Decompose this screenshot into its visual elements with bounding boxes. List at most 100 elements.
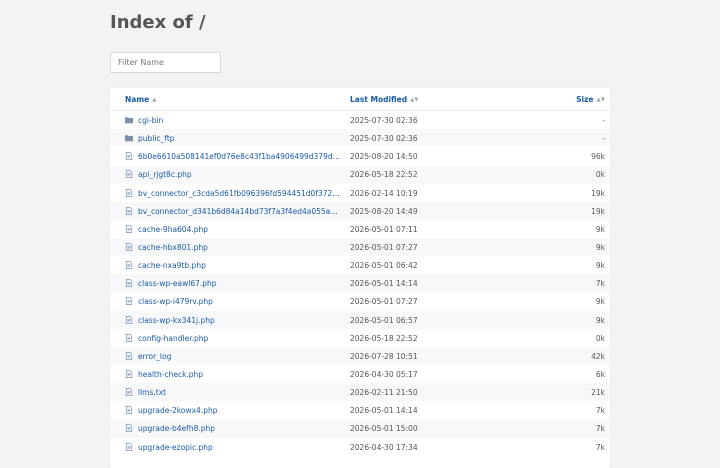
size-cell: 7k [595,424,605,434]
size-cell: 19k [591,206,605,216]
size-cell: 7k [595,442,605,452]
file-icon [125,333,133,342]
file-name-link[interactable]: 6b0e6610a508141ef0d76e8c43f1ba4906499d37… [138,152,342,161]
last-modified-cell: 2026-04-30 05:17 [350,369,418,379]
last-modified-cell: 2026-05-01 07:27 [350,242,418,252]
last-modified-cell: 2026-04-30 17:34 [350,442,418,452]
file-name-link[interactable]: llms.txt [138,388,166,397]
size-cell: 42k [591,351,605,361]
table-row: cgi-bin 2025-07-30 02:36 - [110,111,610,129]
table-body: cgi-bin 2025-07-30 02:36 - public_ftp 2025-0… [110,111,610,456]
file-icon [125,370,133,378]
file-icon [125,315,133,324]
file-table: Name ▲ Last Modified ▲▼ Size ▲▼ cgi-bin 2025… [110,88,610,468]
file-icon [125,170,133,179]
file-name-link[interactable]: cgi-bin [138,116,163,125]
file-icon [125,442,133,451]
file-name-link[interactable]: class-wp-i479rv.php [138,297,213,306]
size-cell: 19k [591,188,605,198]
page: Index of / Name▲ Last Modified▲▼ Size▲▼ … [0,0,720,468]
file-name-link[interactable]: upgrade-ezopic.php [138,443,213,452]
file-name-link[interactable]: bv_connector_d341b6d84a14bd73f7a3f4ed4a0… [138,207,342,216]
file-icon [125,206,133,215]
table-row: cache-9ha604.php 2026-05-01 07:11 9k [110,220,610,238]
file-icon [125,261,133,270]
file-name-link[interactable]: bv_connector_c3cda5d61fb096396fd594451d0… [138,189,342,198]
last-modified-cell: 2026-05-01 06:57 [350,315,418,325]
size-cell: 7k [595,406,605,416]
file-name-link[interactable]: api_rjgt8c.php [138,170,192,179]
last-modified-cell: 2026-05-01 14:14 [350,279,418,289]
table-row: llms.txt 2026-02-11 21:50 21k [110,383,610,402]
file-icon [125,424,133,433]
file-name-link[interactable]: upgrade-b4efh8.php [138,424,215,433]
last-modified-cell: 2026-05-18 22:52 [350,333,418,343]
table-row: class-wp-kx341j.php 2026-05-01 06:57 9k [110,310,610,329]
table-row: cache-nxa9tb.php 2026-05-01 06:42 9k [110,256,610,274]
last-modified-cell: 2025-07-30 02:36 [350,116,418,125]
file-name-link[interactable]: cache-nxa9tb.php [138,261,206,270]
folder-icon [125,134,133,142]
last-modified-cell: 2026-05-01 14:14 [350,406,418,416]
sort-both-icon: ▲▼ [596,97,605,103]
name-column-header[interactable]: Name ▲ [125,95,156,104]
table-row: upgrade-ezopic.php 2026-04-30 17:34 7k [110,438,610,456]
sort-asc-icon: ▲ [152,97,157,103]
table-header: Name ▲ Last Modified ▲▼ Size ▲▼ [110,88,610,111]
last-modified-cell: 2026-02-11 21:50 [350,388,418,398]
page-title: Index of / [110,12,206,33]
last-modified-column-header[interactable]: Last Modified ▲▼ [350,95,419,104]
file-name-link[interactable]: health-check.php [138,370,203,379]
table-row: health-check.php 2026-04-30 05:17 6k [110,365,610,383]
table-row: bv_connector_d341b6d84a14bd73f7a3f4ed4a0… [110,201,610,220]
file-name-link[interactable]: cache-9ha604.php [138,225,208,234]
file-name-link[interactable]: class-wp-eawl67.php [138,279,217,288]
table-row: error_log 2026-07-28 10:51 42k [110,346,610,365]
file-name-link[interactable]: upgrade-2kowx4.php [138,406,217,415]
table-row: class-wp-i479rv.php 2026-05-01 07:27 9k [110,292,610,310]
size-cell: 21k [591,388,605,398]
size-cell: - [602,116,605,125]
last-modified-cell: 2026-07-28 10:51 [350,351,418,361]
last-modified-cell: 2026-05-18 22:52 [350,170,418,180]
size-cell: 96k [591,152,605,162]
last-modified-cell: 2026-05-01 15:00 [350,424,418,434]
size-header-label: Size [576,95,594,104]
file-icon [125,279,133,288]
sort-both-icon: ▲▼ [410,97,419,103]
size-cell: - [602,134,605,144]
size-cell: 0k [595,333,605,343]
table-row: public_ftp 2025-07-30 02:36 - [110,129,610,148]
file-name-link[interactable]: cache-hbx801.php [138,243,208,252]
size-column-header[interactable]: Size ▲▼ [576,95,605,104]
file-icon [125,297,133,306]
last-modified-cell: 2025-08-20 14:49 [350,206,418,216]
table-row: api_rjgt8c.php 2026-05-18 22:52 0k [110,165,610,184]
size-cell: 0k [595,170,605,180]
file-name-link[interactable]: class-wp-kx341j.php [138,316,215,325]
last-modified-header-label: Last Modified [350,95,408,104]
size-cell: 9k [595,315,605,325]
last-modified-cell: 2026-05-01 07:11 [350,224,418,234]
file-icon [125,188,133,197]
table-row: upgrade-2kowx4.php 2026-05-01 14:14 7k [110,401,610,419]
file-name-link[interactable]: config-handler.php [138,334,208,343]
file-name-link[interactable]: error_log [138,352,171,361]
size-cell: 6k [595,369,605,379]
file-name-link[interactable]: public_ftp [138,134,175,143]
table-row: class-wp-eawl67.php 2026-05-01 14:14 7k [110,274,610,293]
table-row: cache-hbx801.php 2026-05-01 07:27 9k [110,237,610,257]
filter-name-input[interactable] [110,52,221,73]
file-icon [125,243,133,251]
table-row: 6b0e6610a508141ef0d76e8c43f1ba4906499d37… [110,147,610,165]
last-modified-cell: 2026-05-01 06:42 [350,261,418,271]
last-modified-cell: 2026-02-14 10:19 [350,188,418,198]
size-cell: 9k [595,261,605,271]
file-icon [125,224,133,233]
folder-icon [125,116,133,124]
table-row: bv_connector_c3cda5d61fb096396fd594451d0… [110,184,610,202]
last-modified-cell: 2026-05-01 07:27 [350,297,418,307]
file-icon [125,406,133,415]
file-icon [125,152,133,161]
table-row: config-handler.php 2026-05-18 22:52 0k [110,329,610,347]
